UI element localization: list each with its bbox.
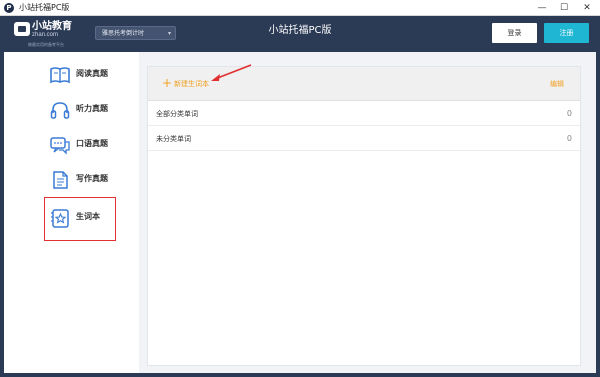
sidebar-item-label: 口语真题 — [76, 139, 108, 148]
document-icon — [49, 169, 71, 191]
brand-logo-icon — [14, 22, 30, 36]
app-title: 小站托福PC版 — [268, 25, 332, 36]
annotation-arrow-icon — [211, 64, 252, 81]
list-item-count: 0 — [566, 134, 572, 143]
sidebar-item-label: 听力真题 — [76, 104, 108, 113]
list-item-name: 全部分类单词 — [156, 110, 198, 118]
chevron-down-icon: ▾ — [167, 30, 171, 37]
plan-select[interactable]: 雅思托考倒计时 ▾ — [95, 26, 176, 40]
logo-main-text: 小站教育 — [32, 21, 72, 32]
sidebar: 阅读真题 听力真题 口语真题 写作真题 生词本 — [4, 52, 139, 373]
minimize-button[interactable]: — — [531, 0, 553, 16]
edit-button[interactable]: 编辑 — [550, 79, 564, 89]
sidebar-item-label: 阅读真题 — [76, 69, 108, 78]
os-title-bar: P 小站托福PC版 — ☐ ✕ — [0, 0, 600, 16]
register-button[interactable]: 注册 — [544, 23, 589, 43]
plus-icon: + — [162, 76, 173, 90]
window-title: 小站托福PC版 — [19, 3, 70, 12]
brand-logo[interactable]: 小站教育 zhan.com 做最实用的备考平台 — [14, 20, 72, 50]
sidebar-item-speaking[interactable]: 口语真题 — [4, 128, 139, 162]
list-item-count: 0 — [566, 109, 572, 118]
login-button[interactable]: 登录 — [492, 23, 537, 43]
book-icon — [49, 64, 71, 86]
chat-bubble-icon — [49, 134, 71, 156]
close-button[interactable]: ✕ — [576, 0, 598, 16]
logo-sub-text: zhan.com — [32, 32, 59, 38]
app-body: 阅读真题 听力真题 口语真题 写作真题 生词本 + 新建生词本 编辑 全部分类单… — [4, 52, 596, 373]
list-item[interactable]: 全部分类单词 0 — [148, 102, 580, 126]
new-vocab-book-label: 新建生词本 — [174, 80, 209, 88]
app-header: 小站教育 zhan.com 做最实用的备考平台 雅思托考倒计时 ▾ 小站托福PC… — [0, 16, 600, 52]
logo-slogan: 做最实用的备考平台 — [28, 42, 64, 47]
plan-select-value: 雅思托考倒计时 — [102, 30, 145, 37]
list-item-name: 未分类单词 — [156, 135, 191, 143]
app-logo-icon: P — [4, 3, 14, 13]
sidebar-item-writing[interactable]: 写作真题 — [4, 163, 139, 197]
sidebar-item-label: 写作真题 — [76, 174, 108, 183]
sidebar-item-reading[interactable]: 阅读真题 — [4, 58, 139, 92]
headphones-icon — [49, 99, 71, 121]
annotation-highlight-box — [44, 197, 116, 241]
list-item[interactable]: 未分类单词 0 — [148, 127, 580, 151]
sidebar-item-listening[interactable]: 听力真题 — [4, 93, 139, 127]
vocabulary-panel: + 新建生词本 编辑 全部分类单词 0 未分类单词 0 — [147, 66, 581, 366]
maximize-button[interactable]: ☐ — [553, 0, 575, 16]
